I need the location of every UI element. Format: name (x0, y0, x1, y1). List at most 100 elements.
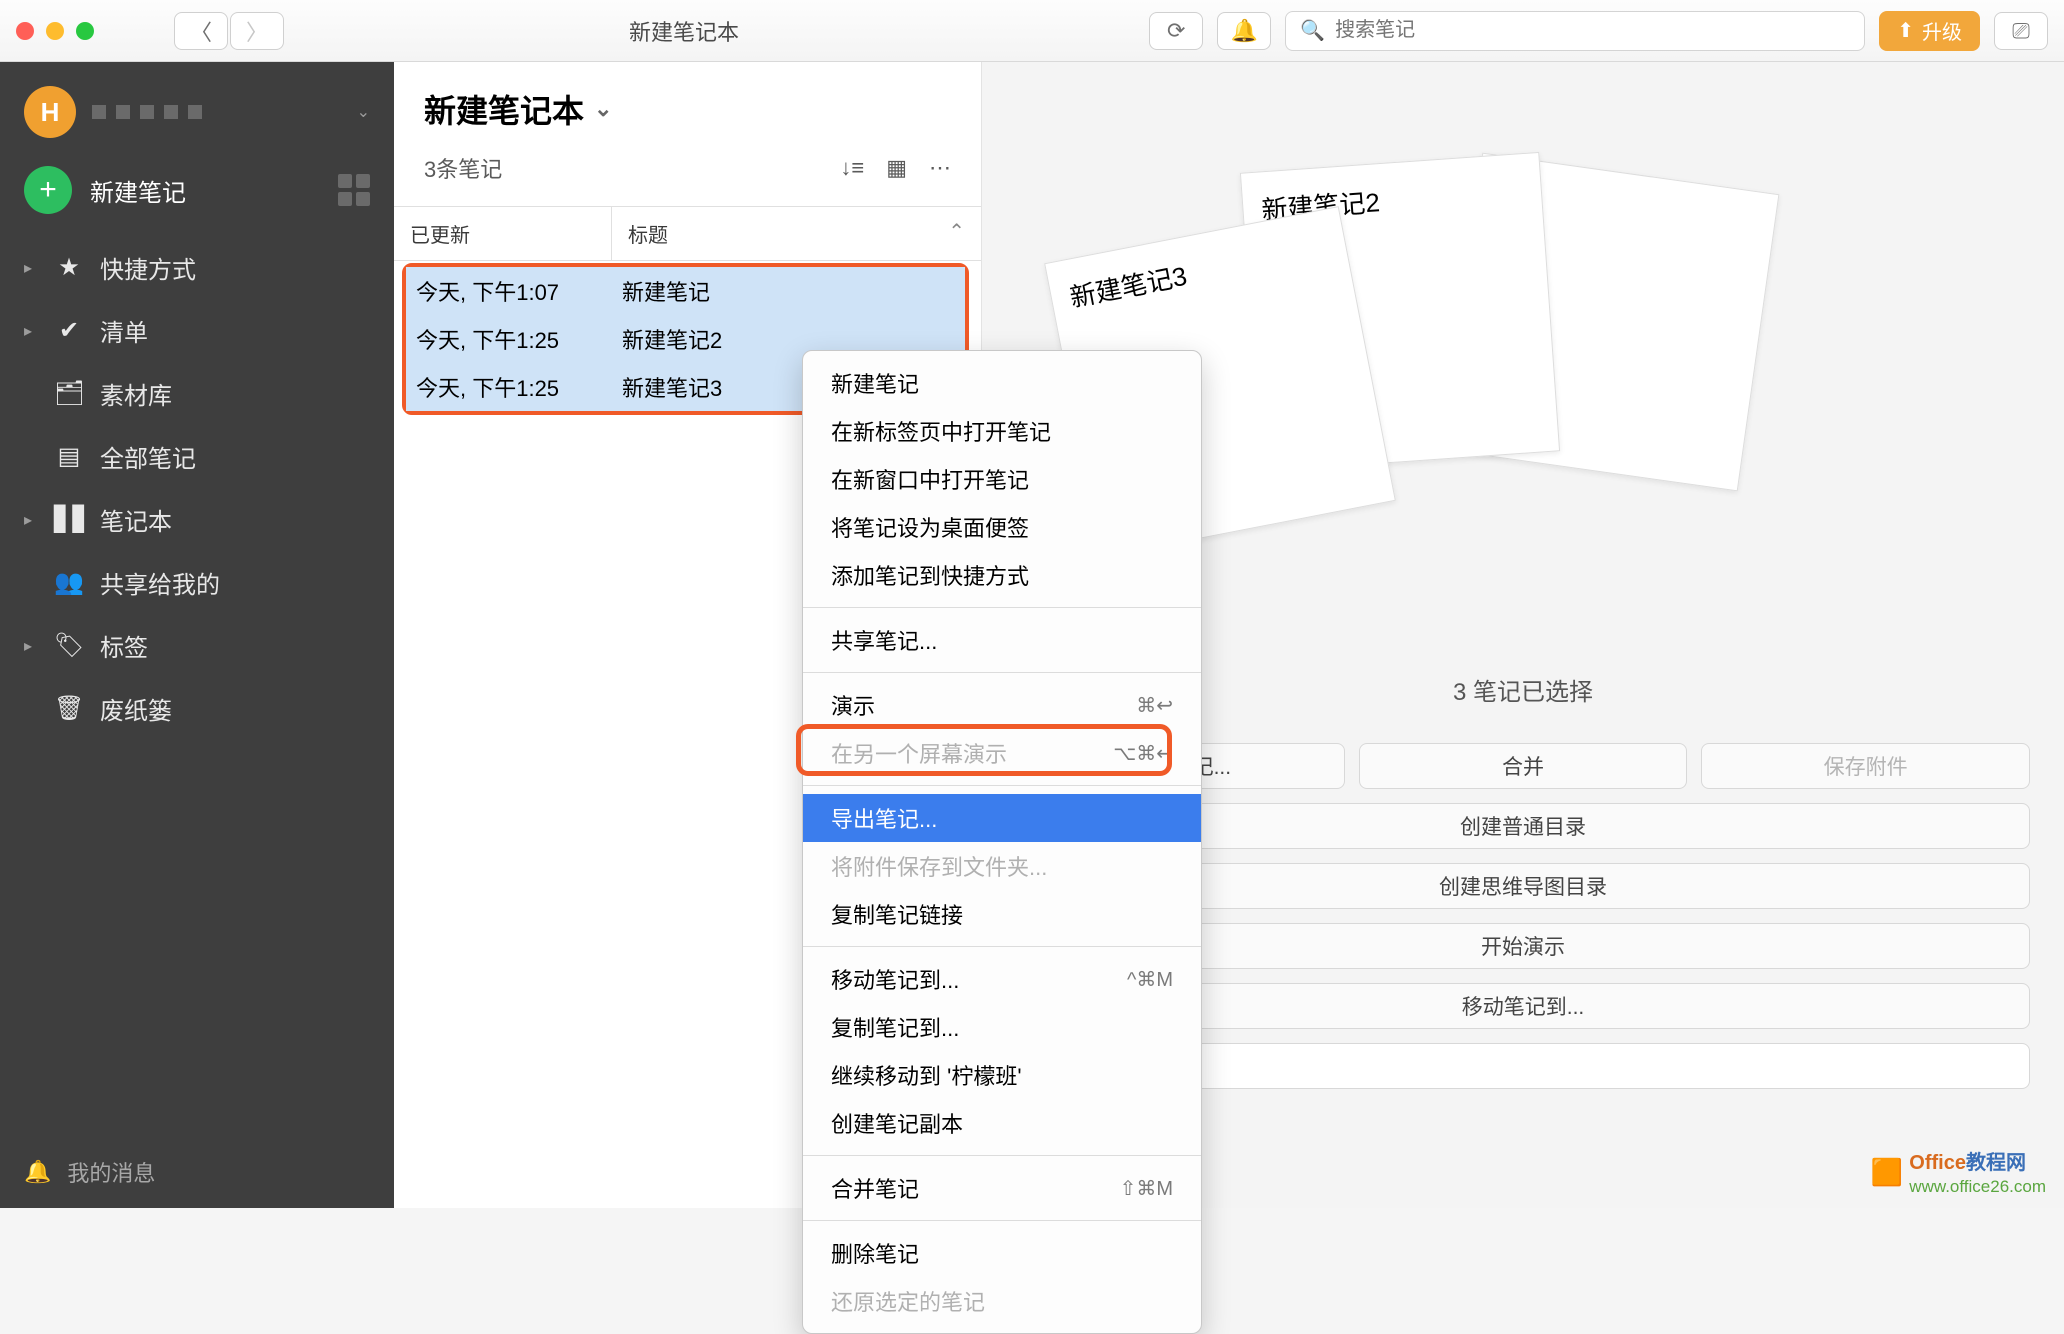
bell-icon: 🔔 (24, 1159, 51, 1185)
col-title-label: 标题 (628, 219, 668, 248)
ctx-desktop-sticky[interactable]: 将笔记设为桌面便签 (803, 503, 1201, 551)
upgrade-button[interactable]: ⬆ 升级 (1879, 11, 1980, 51)
upgrade-label: 升级 (1922, 16, 1962, 45)
nav-back-button[interactable]: 〈 (174, 12, 228, 50)
sidebar-footer-messages[interactable]: 🔔 我的消息 (0, 1136, 394, 1208)
search-input[interactable] (1335, 19, 1850, 42)
ctx-move[interactable]: 移动笔记到... ^⌘M (803, 955, 1201, 1003)
menu-separator (803, 672, 1201, 673)
widgets-icon[interactable] (338, 174, 370, 206)
nav-forward-button[interactable]: 〉 (230, 12, 284, 50)
tag-icon: 🏷 (54, 631, 84, 660)
panel-button[interactable]: ⎚ (1994, 12, 2048, 50)
ctx-add-shortcut[interactable]: 添加笔记到快捷方式 (803, 551, 1201, 599)
close-window-icon[interactable] (16, 22, 34, 40)
account-dots (92, 105, 202, 119)
watermark-brand2: 教程网 (1966, 1152, 2026, 1174)
window-controls (16, 22, 94, 40)
shortcut: ⌥⌘↩ (1113, 741, 1173, 766)
ctx-merge[interactable]: 合并笔记⇧⌘M (803, 1164, 1201, 1212)
note-row[interactable]: 今天, 下午1:07新建笔记 (406, 267, 965, 315)
ctx-present-other: 在另一个屏幕演示 ⌥⌘↩ (803, 729, 1201, 777)
new-note-label: 新建笔记 (90, 173, 186, 208)
fullscreen-window-icon[interactable] (76, 22, 94, 40)
col-updated[interactable]: 已更新 (394, 207, 612, 260)
note-count: 3条笔记 (424, 152, 502, 184)
list-column-headers: 已更新 标题⌃ (394, 206, 981, 261)
ctx-export[interactable]: 导出笔记... (803, 794, 1201, 842)
avatar[interactable]: H (24, 86, 76, 138)
watermark-brand1: Office (1909, 1152, 1966, 1174)
sidebar-item-label: 全部笔记 (100, 439, 196, 474)
people-icon: 👥 (54, 568, 84, 597)
menu-separator (803, 1155, 1201, 1156)
sidebar-item-label: 清单 (100, 313, 148, 348)
sidebar-item-allnotes[interactable]: ▤ 全部笔记 (0, 425, 394, 488)
merge-button[interactable]: 合并 (1359, 743, 1688, 789)
sidebar-item-label: 标签 (100, 628, 148, 663)
folder-icon: 🗂 (54, 379, 84, 408)
chevron-down-icon[interactable]: ⌄ (357, 102, 370, 122)
star-icon: ★ (54, 253, 84, 282)
window-title: 新建笔记本 (629, 15, 739, 47)
upgrade-icon: ⬆ (1897, 18, 1914, 43)
check-icon: ✔ (54, 316, 84, 345)
sidebar-item-trash[interactable]: 🗑废纸篓 (0, 677, 394, 740)
menu-separator (803, 1220, 1201, 1221)
ctx-new-note[interactable]: 新建笔记 (803, 359, 1201, 407)
sync-button[interactable]: ⟳ (1149, 12, 1203, 50)
messages-label: 我的消息 (67, 1156, 155, 1188)
ctx-copy-link[interactable]: 复制笔记链接 (803, 890, 1201, 938)
notebook-title[interactable]: 新建笔记本 ⌄ (424, 86, 951, 132)
ctx-present[interactable]: 演示⌘↩ (803, 681, 1201, 729)
minimize-window-icon[interactable] (46, 22, 64, 40)
row-updated: 今天, 下午1:07 (416, 275, 622, 307)
watermark-url: www.office26.com (1909, 1177, 2046, 1196)
ctx-open-tab[interactable]: 在新标签页中打开笔记 (803, 407, 1201, 455)
ctx-save-attach: 将附件保存到文件夹... (803, 842, 1201, 890)
ctx-duplicate[interactable]: 创建笔记副本 (803, 1099, 1201, 1147)
sidebar-item-shortcuts[interactable]: ▸★快捷方式 (0, 236, 394, 299)
view-icon[interactable]: ▦ (886, 155, 907, 181)
notes-icon: ▤ (54, 442, 84, 471)
sidebar-item-shared[interactable]: 👥 共享给我的 (0, 551, 394, 614)
save-attachments-button[interactable]: 保存附件 (1701, 743, 2030, 789)
sort-icon[interactable]: ↓≡ (840, 155, 864, 181)
new-note-button[interactable]: + 新建笔记 (0, 156, 394, 236)
search-icon: 🔍 (1300, 18, 1325, 43)
sidebar-item-label: 快捷方式 (100, 250, 196, 285)
ctx-copy-to[interactable]: 复制笔记到... (803, 1003, 1201, 1051)
ctx-share[interactable]: 共享笔记... (803, 616, 1201, 664)
trash-icon: 🗑 (54, 694, 84, 723)
col-title[interactable]: 标题⌃ (612, 207, 981, 260)
row-title: 新建笔记 (622, 275, 955, 307)
sidebar-item-notebooks[interactable]: ▸▋▋笔记本 (0, 488, 394, 551)
sidebar-item-label: 共享给我的 (100, 565, 220, 600)
title-bar: 〈 〉 新建笔记本 ⟳ 🔔 🔍 ⬆ 升级 ⎚ (0, 0, 2064, 62)
notebook-icon: ▋▋ (54, 505, 84, 534)
ctx-delete[interactable]: 删除笔记 (803, 1229, 1201, 1277)
sidebar-item-label: 素材库 (100, 376, 172, 411)
menu-label: 合并笔记 (831, 1172, 919, 1204)
office-logo-icon: 🟧 (1871, 1157, 1903, 1188)
row-updated: 今天, 下午1:25 (416, 323, 622, 355)
more-icon[interactable]: ⋯ (929, 155, 951, 181)
notifications-button[interactable]: 🔔 (1217, 12, 1271, 50)
plus-icon: + (24, 166, 72, 214)
notebook-title-label: 新建笔记本 (424, 86, 584, 132)
menu-label: 移动笔记到... (831, 963, 959, 995)
search-field[interactable]: 🔍 (1285, 11, 1865, 51)
menu-separator (803, 946, 1201, 947)
menu-label: 在另一个屏幕演示 (831, 737, 1007, 769)
shortcut: ^⌘M (1127, 967, 1173, 992)
sidebar-item-checklist[interactable]: ▸✔清单 (0, 299, 394, 362)
menu-separator (803, 785, 1201, 786)
sidebar-item-tags[interactable]: ▸🏷标签 (0, 614, 394, 677)
watermark: 🟧 Office教程网 www.office26.com (1871, 1146, 2046, 1198)
ctx-continue-move[interactable]: 继续移动到 '柠檬班' (803, 1051, 1201, 1099)
menu-label: 演示 (831, 689, 875, 721)
sidebar-item-library[interactable]: 🗂 素材库 (0, 362, 394, 425)
menu-separator (803, 607, 1201, 608)
ctx-open-window[interactable]: 在新窗口中打开笔记 (803, 455, 1201, 503)
sidebar-item-label: 笔记本 (100, 502, 172, 537)
